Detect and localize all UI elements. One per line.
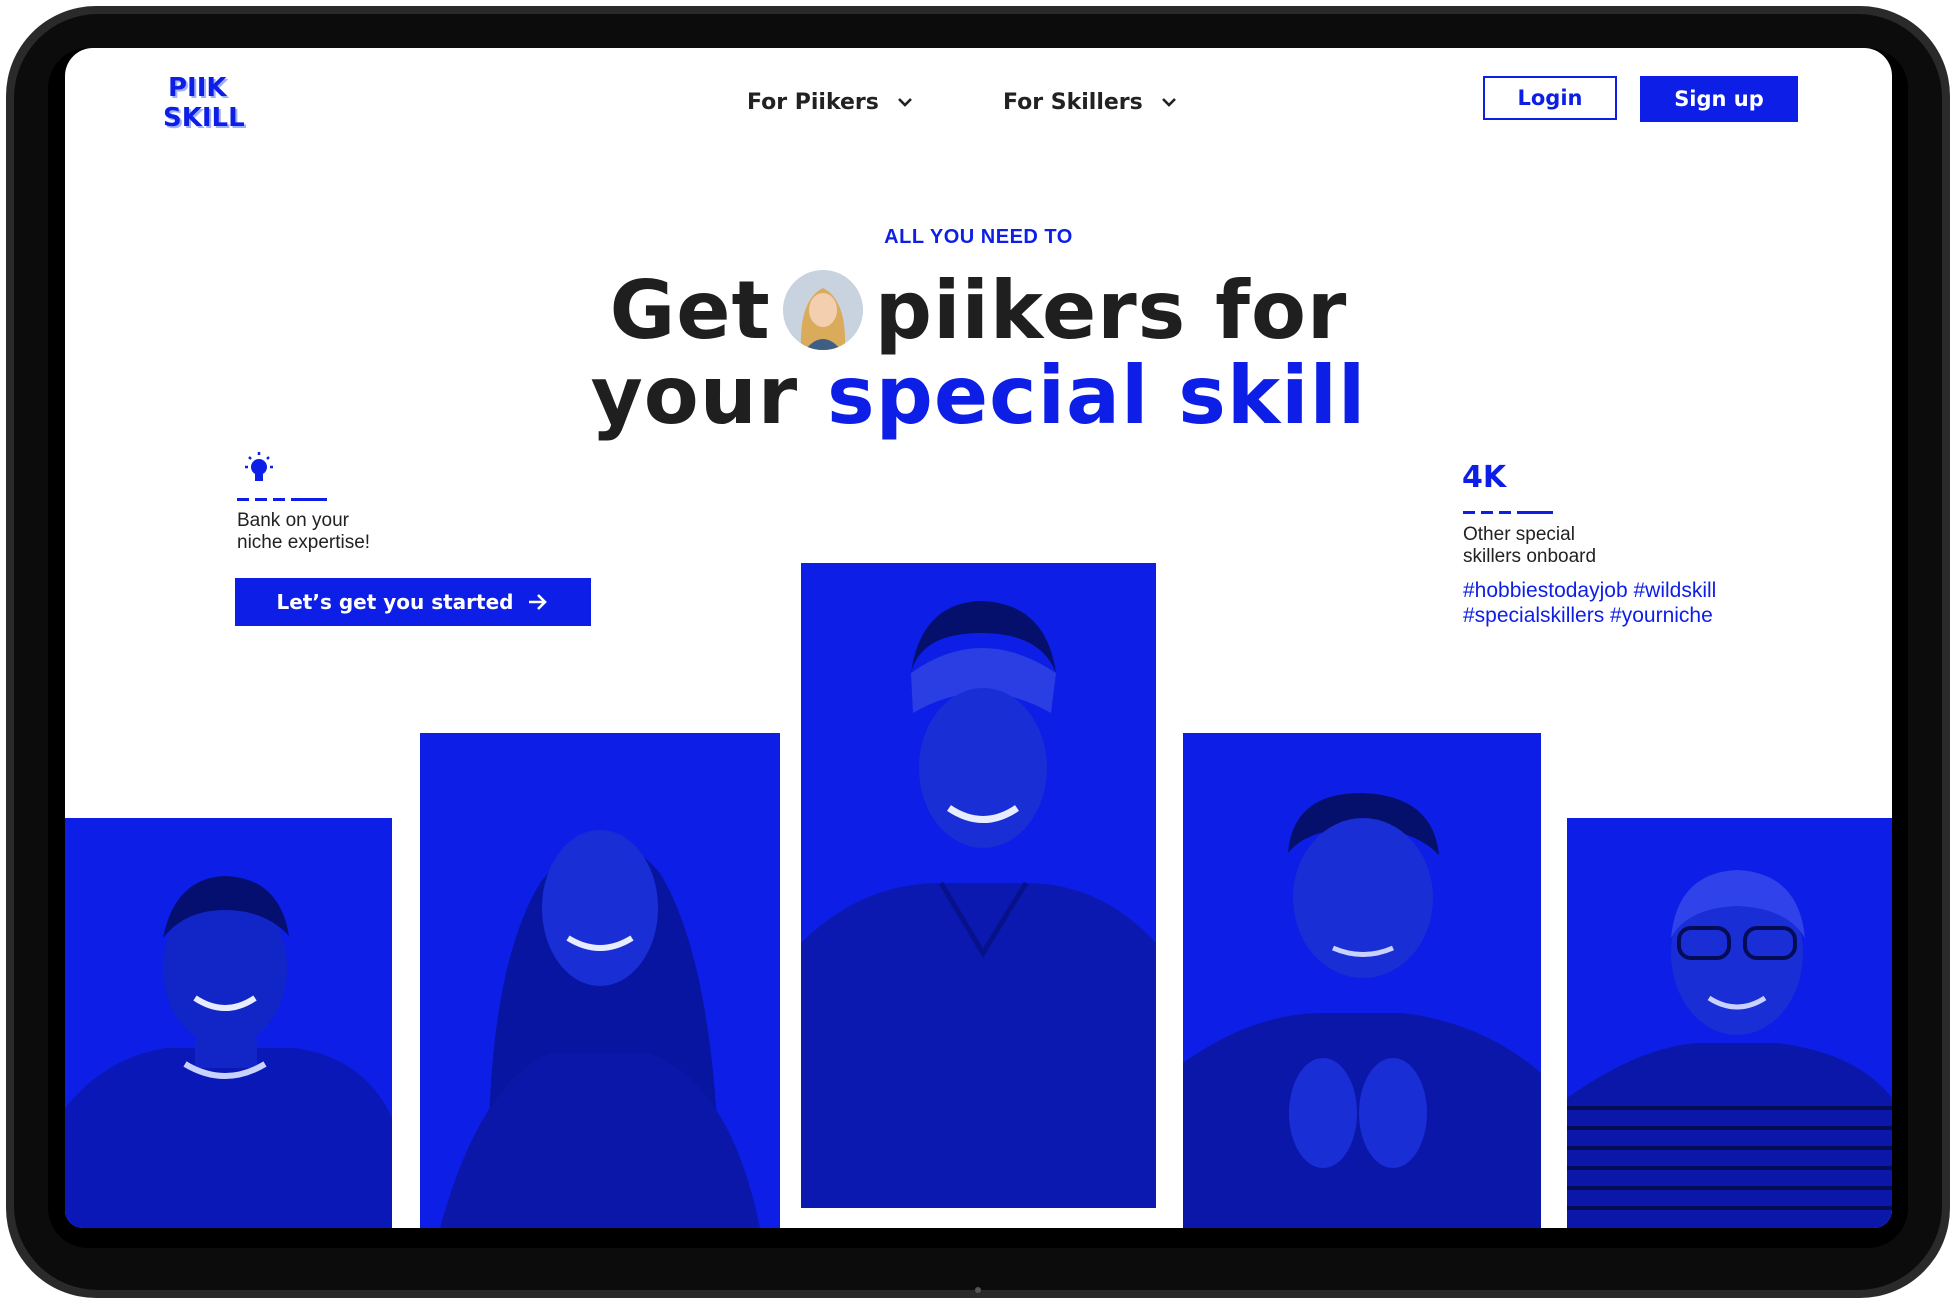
login-button[interactable]: Login bbox=[1483, 76, 1617, 120]
hero-headline-get: Get bbox=[609, 264, 771, 357]
get-started-button[interactable]: Let’s get you started bbox=[235, 578, 591, 626]
get-started-label: Let’s get you started bbox=[276, 590, 514, 614]
website-screen: PIIK PIIK SKILL SKILL For Piikers For Sk… bbox=[65, 48, 1892, 1228]
hero-headline-special-skill: special skill bbox=[827, 349, 1367, 442]
feature-text-line1: Bank on your bbox=[237, 510, 349, 531]
hero-headline-line1: Get piikers for bbox=[65, 268, 1892, 354]
person-photo-5 bbox=[1567, 818, 1892, 1228]
hashtags-line1[interactable]: #hobbiestodayjob #wildskill bbox=[1463, 578, 1783, 603]
stat-number: 4K bbox=[1462, 460, 1507, 495]
person-photo-4 bbox=[1183, 733, 1541, 1228]
tablet-device-frame: PIIK PIIK SKILL SKILL For Piikers For Sk… bbox=[0, 0, 1957, 1304]
hero-eyebrow: ALL YOU NEED TO bbox=[884, 226, 1073, 248]
hashtags-line2[interactable]: #specialskillers #yourniche bbox=[1463, 603, 1783, 628]
svg-text:PIIK: PIIK bbox=[168, 73, 227, 103]
hero-headline-your: your bbox=[590, 349, 799, 442]
svg-text:SKILL: SKILL bbox=[163, 103, 245, 133]
lightbulb-icon bbox=[245, 452, 273, 481]
stat-text: Other special skillers onboard bbox=[1463, 524, 1663, 568]
nav-for-piikers[interactable]: For Piikers bbox=[747, 88, 913, 116]
piikskill-logo[interactable]: PIIK PIIK SKILL SKILL bbox=[160, 66, 260, 136]
inline-avatar bbox=[782, 270, 863, 350]
chevron-down-icon bbox=[897, 98, 912, 107]
nav-for-skillers[interactable]: For Skillers bbox=[1003, 88, 1177, 116]
feature-text: Bank on your niche expertise! bbox=[237, 510, 417, 554]
signup-button[interactable]: Sign up bbox=[1640, 76, 1798, 122]
hashtags: #hobbiestodayjob #wildskill #specialskil… bbox=[1463, 578, 1783, 628]
stat-text-line1: Other special bbox=[1463, 524, 1575, 545]
person-photo-1 bbox=[65, 818, 392, 1228]
arrow-right-icon bbox=[529, 594, 548, 610]
hero-headline-line2: your special skill bbox=[65, 353, 1892, 439]
nav-for-skillers-label: For Skillers bbox=[1003, 89, 1143, 115]
chevron-down-icon bbox=[1161, 98, 1176, 107]
stat-text-line2: skillers onboard bbox=[1463, 546, 1597, 567]
nav-for-piikers-label: For Piikers bbox=[747, 89, 879, 115]
stat-divider bbox=[1463, 511, 1553, 514]
feature-divider bbox=[237, 498, 327, 501]
feature-text-line2: niche expertise! bbox=[237, 532, 371, 553]
person-photo-2 bbox=[420, 733, 780, 1228]
hero-headline-piikers: piikers for bbox=[874, 264, 1348, 357]
person-photo-3 bbox=[801, 563, 1156, 1208]
